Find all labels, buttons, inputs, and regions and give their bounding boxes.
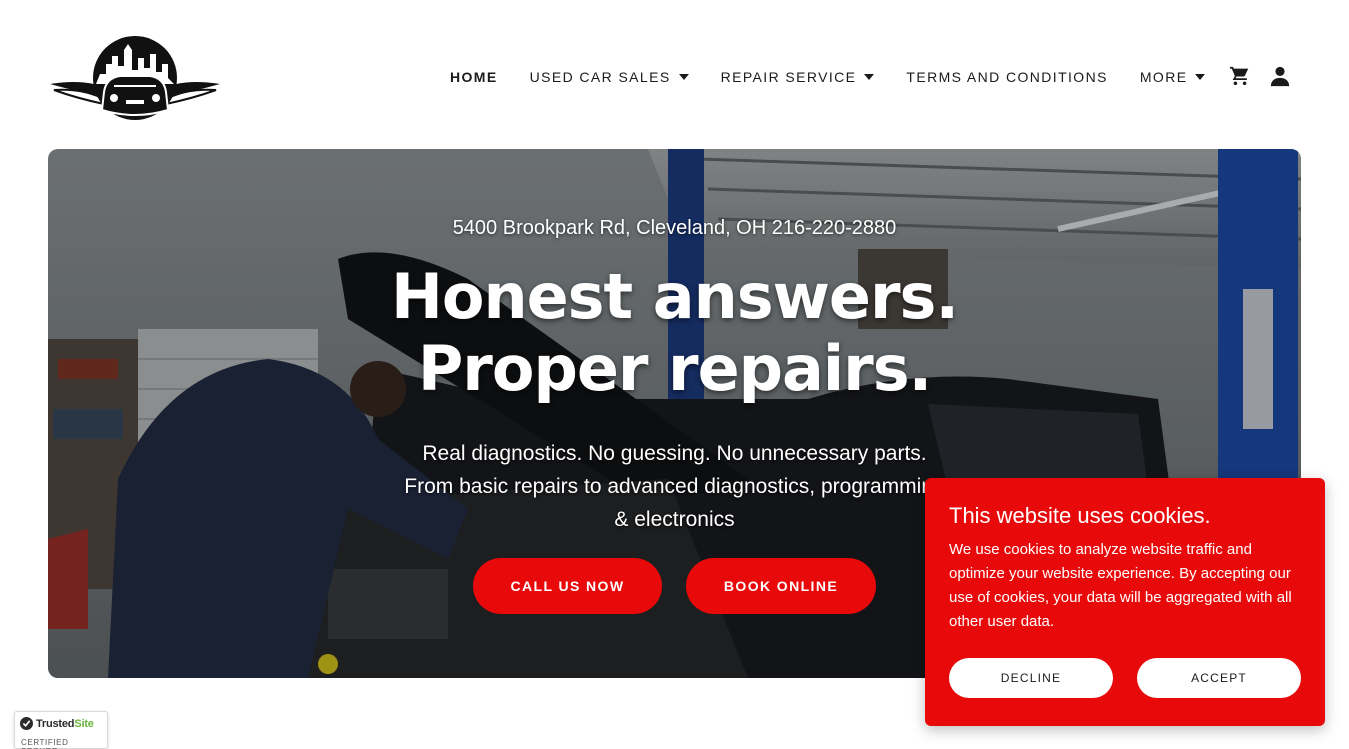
nav-item-home[interactable]: HOME — [450, 69, 498, 85]
trustedsite-badge[interactable]: TrustedSite CERTIFIED SECURE — [14, 711, 108, 749]
account-icon[interactable] — [1268, 64, 1292, 88]
nav-item-more[interactable]: MORE — [1140, 69, 1206, 85]
hero-subtext-line3: & electronics — [614, 508, 735, 531]
cart-icon[interactable] — [1228, 64, 1252, 88]
site-logo[interactable] — [48, 34, 222, 120]
main-nav: HOME USED CAR SALES REPAIR SERVICE TERMS… — [450, 66, 1237, 88]
nav-item-used-car-sales[interactable]: USED CAR SALES — [530, 69, 689, 85]
nav-item-label: REPAIR SERVICE — [720, 69, 857, 85]
cookie-banner: This website uses cookies. We use cookie… — [925, 478, 1325, 726]
hero-subtext-line2: From basic repairs to advanced diagnosti… — [404, 475, 945, 498]
hero-headline-line1: Honest answers. — [390, 260, 959, 333]
hero-headline-line2: Proper repairs. — [417, 332, 932, 405]
cookie-accept-button[interactable]: ACCEPT — [1137, 658, 1301, 698]
caret-down-icon — [864, 74, 875, 80]
book-online-button[interactable]: BOOK ONLINE — [686, 558, 876, 614]
nav-item-terms[interactable]: TERMS AND CONDITIONS — [906, 69, 1107, 85]
trustedsite-name: TrustedSite — [36, 718, 94, 730]
site-header: HOME USED CAR SALES REPAIR SERVICE TERMS… — [0, 0, 1349, 140]
checkmark-icon — [20, 717, 33, 730]
hero-subtext: Real diagnostics. No guessing. No unnece… — [378, 437, 971, 536]
caret-down-icon — [678, 74, 689, 80]
trustedsite-subtitle: CERTIFIED SECURE — [21, 738, 69, 749]
hero-address: 5400 Brookpark Rd, Cleveland, OH 216-220… — [452, 217, 897, 239]
nav-item-label: USED CAR SALES — [529, 69, 671, 85]
nav-item-label: TERMS AND CONDITIONS — [906, 69, 1108, 85]
cookie-title: This website uses cookies. — [949, 503, 1211, 528]
nav-item-repair-service[interactable]: REPAIR SERVICE — [721, 69, 875, 85]
hero-subtext-line1: Real diagnostics. No guessing. No unnece… — [422, 442, 927, 465]
cookie-text: We use cookies to analyze website traffi… — [949, 541, 1292, 630]
nav-item-label: MORE — [1139, 69, 1188, 85]
trustedsite-logo: TrustedSite — [20, 717, 94, 730]
call-us-now-button[interactable]: CALL US NOW — [473, 558, 662, 614]
nav-item-label: HOME — [450, 69, 498, 85]
hero-headline: Honest answers. Proper repairs. — [48, 261, 1301, 405]
header-icons — [1228, 64, 1308, 88]
trustedsite-name-accent: Site — [74, 717, 94, 730]
cookie-decline-button[interactable]: DECLINE — [949, 658, 1113, 698]
caret-down-icon — [1195, 74, 1206, 80]
trustedsite-name-main: Trusted — [36, 717, 75, 730]
